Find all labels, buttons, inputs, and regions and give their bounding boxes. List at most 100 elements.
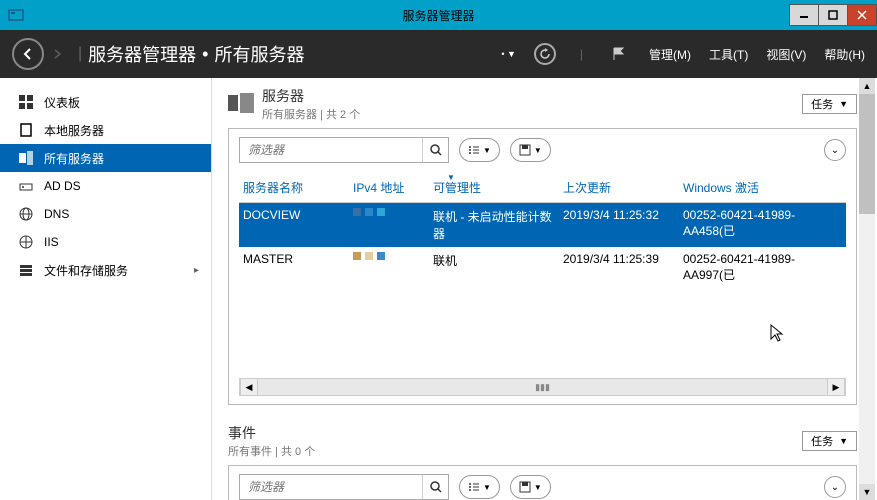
expand-button[interactable]: ⌄ <box>824 476 846 498</box>
scroll-left-button[interactable]: ◀ <box>240 379 258 395</box>
horizontal-scrollbar[interactable]: ◀ ▮▮▮ ▶ <box>239 378 846 396</box>
refresh-icon[interactable] <box>534 43 556 65</box>
save-filter-button[interactable]: ▼ <box>510 138 551 162</box>
back-button[interactable] <box>12 38 44 70</box>
table-row[interactable]: DOCVIEW联机 - 未启动性能计数器2019/3/4 11:25:32002… <box>239 203 846 247</box>
breadcrumb-current[interactable]: 所有服务器 <box>214 41 304 67</box>
scroll-down-button[interactable]: ▼ <box>859 484 875 500</box>
servers-title: 服务器 <box>262 86 360 106</box>
sidebar-item-label: IIS <box>44 235 59 249</box>
col-mgmt[interactable]: ▼可管理性 <box>429 177 559 198</box>
table-row[interactable]: MASTER联机2019/3/4 11:25:3900252-60421-419… <box>239 247 846 288</box>
cell-mgmt: 联机 - 未启动性能计数器 <box>429 206 559 244</box>
chevron-down-icon: ⌄ <box>831 145 839 156</box>
chevron-down-icon: ▼ <box>839 436 848 446</box>
expand-button[interactable]: ⌄ <box>824 139 846 161</box>
adds-icon <box>18 178 34 194</box>
vertical-scrollbar[interactable]: ▲ ▼ <box>859 78 875 500</box>
search-icon[interactable] <box>422 475 448 499</box>
scroll-right-button[interactable]: ▶ <box>827 379 845 395</box>
sidebar-item-iis[interactable]: IIS <box>0 228 211 256</box>
servers-filter-input-wrap <box>239 137 449 163</box>
events-tasks-button[interactable]: 任务 ▼ <box>802 431 857 451</box>
dns-icon <box>18 206 34 222</box>
events-filter-input[interactable] <box>240 480 422 494</box>
col-updated[interactable]: 上次更新 <box>559 177 679 198</box>
toolbar: | 服务器管理器 • 所有服务器 • ▼ | 管理(M) 工具(T) 视图(V)… <box>0 30 877 78</box>
sidebar-item-label: 仪表板 <box>44 94 80 111</box>
storage-icon <box>18 262 34 278</box>
cell-activation: 00252-60421-41989-AA458(已 <box>679 206 846 244</box>
breadcrumb-separator: • <box>202 44 208 65</box>
chevron-right-icon: ▸ <box>194 265 199 276</box>
tools-menu[interactable]: 工具(T) <box>709 46 748 63</box>
events-filter-row: ▼ ▼ ⌄ <box>239 474 846 500</box>
cell-updated: 2019/3/4 11:25:32 <box>559 206 679 244</box>
sidebar-item-label: 本地服务器 <box>44 122 104 139</box>
sidebar-item-storage[interactable]: 文件和存储服务▸ <box>0 256 211 284</box>
chevron-down-icon: ▼ <box>534 483 542 492</box>
cell-activation: 00252-60421-41989-AA997(已 <box>679 250 846 285</box>
cell-ip <box>349 206 429 244</box>
filter-options-button[interactable]: ▼ <box>459 138 500 162</box>
scroll-thumb[interactable] <box>859 94 875 214</box>
sidebar-item-all[interactable]: 所有服务器 <box>0 144 211 172</box>
flag-icon[interactable] <box>607 42 631 66</box>
sidebar-item-label: DNS <box>44 207 69 221</box>
servers-panel-box: ▼ ▼ ⌄ 服务器名称 IPv4 地址 ▼可管理性 上次更新 Windows <box>228 128 857 405</box>
list-icon <box>468 144 480 156</box>
col-ip[interactable]: IPv4 地址 <box>349 177 429 198</box>
help-menu[interactable]: 帮助(H) <box>824 46 865 63</box>
local-icon <box>18 122 34 138</box>
chevron-down-icon: ▼ <box>483 146 491 155</box>
toolbar-dropdown-icon[interactable]: • ▼ <box>501 49 516 59</box>
sidebar: 仪表板本地服务器所有服务器AD DS DNS IIS 文件和存储服务▸ <box>0 78 212 500</box>
maximize-button[interactable] <box>818 4 848 26</box>
view-menu[interactable]: 视图(V) <box>766 46 806 63</box>
events-subtitle: 所有事件 | 共 0 个 <box>228 443 315 459</box>
servers-filter-input[interactable] <box>240 143 422 157</box>
servers-grid-header: 服务器名称 IPv4 地址 ▼可管理性 上次更新 Windows 激活 <box>239 173 846 203</box>
iis-icon <box>18 234 34 250</box>
list-icon <box>468 481 480 493</box>
app-icon <box>8 7 24 23</box>
events-title: 事件 <box>228 423 315 443</box>
events-panel-box: ▼ ▼ ⌄ 服务器名称 ID 严重性 源 <box>228 465 857 500</box>
tasks-label: 任务 <box>811 96 833 112</box>
main-area: 仪表板本地服务器所有服务器AD DS DNS IIS 文件和存储服务▸ 服务器 所有服… <box>0 78 877 500</box>
filter-options-button[interactable]: ▼ <box>459 475 500 499</box>
sidebar-item-adds[interactable]: AD DS <box>0 172 211 200</box>
breadcrumb-root[interactable]: 服务器管理器 <box>88 41 196 67</box>
sort-indicator-icon: ▼ <box>447 173 455 182</box>
sidebar-item-local[interactable]: 本地服务器 <box>0 116 211 144</box>
events-filter-input-wrap <box>239 474 449 500</box>
save-filter-button[interactable]: ▼ <box>510 475 551 499</box>
search-icon[interactable] <box>422 138 448 162</box>
chevron-down-icon: ▼ <box>483 483 491 492</box>
col-activation[interactable]: Windows 激活 <box>679 177 846 198</box>
manage-menu[interactable]: 管理(M) <box>649 46 691 63</box>
sidebar-item-dashboard[interactable]: 仪表板 <box>0 88 211 116</box>
cell-updated: 2019/3/4 11:25:39 <box>559 250 679 285</box>
servers-tasks-button[interactable]: 任务 ▼ <box>802 94 857 114</box>
scroll-up-button[interactable]: ▲ <box>859 78 875 94</box>
events-section: 事件 所有事件 | 共 0 个 任务 ▼ <box>228 423 857 500</box>
servers-filter-row: ▼ ▼ ⌄ <box>239 137 846 163</box>
scroll-track[interactable]: ▮▮▮ <box>258 379 827 395</box>
tasks-label: 任务 <box>811 433 833 449</box>
servers-grid-body: DOCVIEW联机 - 未启动性能计数器2019/3/4 11:25:32002… <box>239 203 846 288</box>
servers-icon <box>228 93 254 115</box>
forward-button[interactable] <box>48 44 68 64</box>
col-server-name[interactable]: 服务器名称 <box>239 177 349 198</box>
chevron-down-icon: ▼ <box>839 99 848 109</box>
servers-subtitle: 所有服务器 | 共 2 个 <box>262 106 360 122</box>
window-title: 服务器管理器 <box>402 7 474 24</box>
cell-ip <box>349 250 429 285</box>
chevron-down-icon: ▼ <box>534 146 542 155</box>
close-button[interactable] <box>847 4 877 26</box>
minimize-button[interactable] <box>789 4 819 26</box>
sidebar-item-dns[interactable]: DNS <box>0 200 211 228</box>
chevron-down-icon: ⌄ <box>831 482 839 493</box>
all-icon <box>18 150 34 166</box>
breadcrumb[interactable]: 服务器管理器 • 所有服务器 <box>88 41 304 67</box>
